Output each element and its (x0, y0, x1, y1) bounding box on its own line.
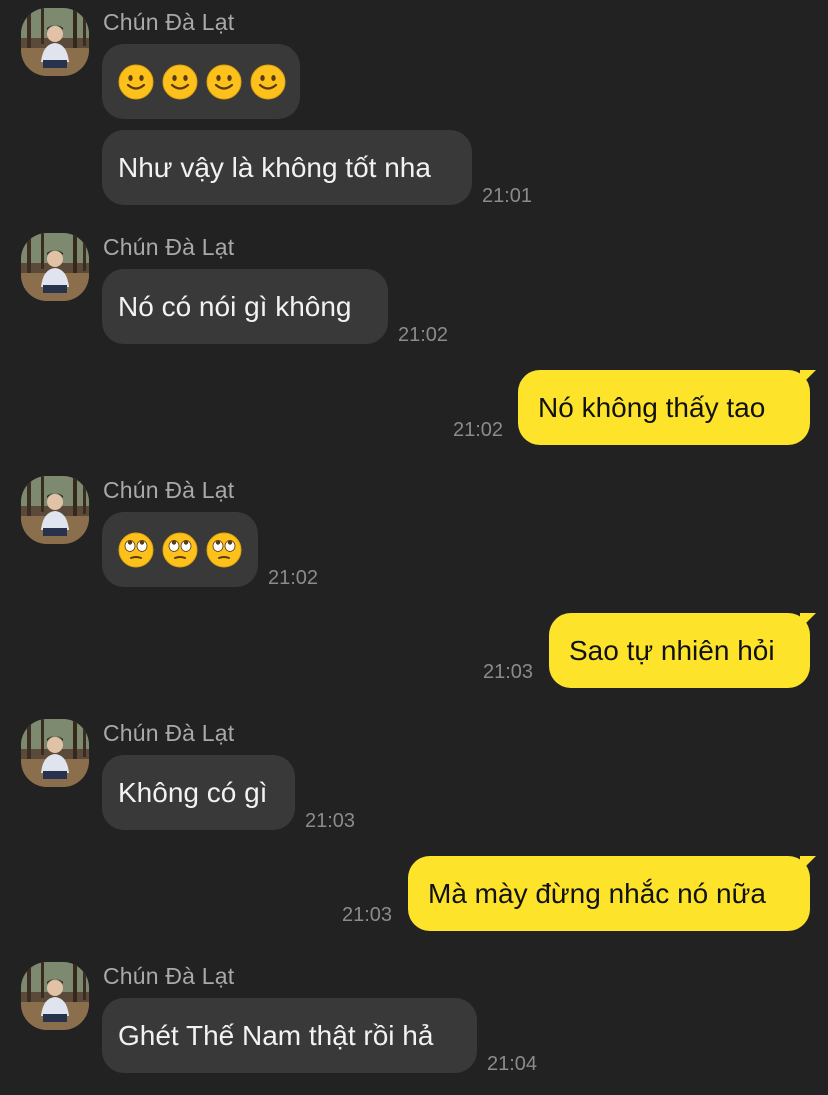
message-time: 21:01 (482, 185, 533, 207)
message-bubble-incoming[interactable]: Như vậy là không tốt nha (102, 130, 472, 205)
chat-thread[interactable]: Chún Đà Lạt Như vậy là không tốt nha 21:… (0, 0, 828, 1095)
face-with-rolling-eyes-icon (162, 532, 198, 568)
message-time: 21:02 (268, 567, 319, 589)
contact-avatar[interactable] (21, 719, 89, 787)
message-bubble-incoming[interactable]: Không có gì (102, 755, 295, 830)
message-time: 21:04 (487, 1053, 538, 1075)
message-bubble-incoming[interactable]: Nó có nói gì không (102, 269, 388, 344)
contact-avatar[interactable] (21, 476, 89, 544)
sender-name: Chún Đà Lạt (103, 234, 235, 260)
slightly-smiling-face-icon (250, 64, 286, 100)
message-time: 21:03 (305, 810, 356, 832)
contact-avatar[interactable] (21, 8, 89, 76)
face-with-rolling-eyes-icon (118, 532, 154, 568)
sender-name: Chún Đà Lạt (103, 9, 235, 35)
slightly-smiling-face-icon (118, 64, 154, 100)
sender-name: Chún Đà Lạt (103, 720, 235, 746)
sender-name: Chún Đà Lạt (103, 477, 235, 503)
message-bubble-emoji[interactable] (102, 512, 258, 587)
slightly-smiling-face-icon (206, 64, 242, 100)
message-time: 21:03 (483, 661, 534, 683)
message-bubble-outgoing[interactable]: Mà mày đừng nhắc nó nữa (408, 856, 810, 931)
message-bubble-outgoing[interactable]: Sao tự nhiên hỏi (549, 613, 810, 688)
message-time: 21:02 (453, 419, 504, 441)
slightly-smiling-face-icon (162, 64, 198, 100)
message-bubble-incoming[interactable]: Ghét Thế Nam thật rồi hả (102, 998, 477, 1073)
sender-name: Chún Đà Lạt (103, 963, 235, 989)
message-bubble-emoji[interactable] (102, 44, 300, 119)
message-time: 21:03 (342, 904, 393, 926)
contact-avatar[interactable] (21, 962, 89, 1030)
message-time: 21:02 (398, 324, 449, 346)
face-with-rolling-eyes-icon (206, 532, 242, 568)
contact-avatar[interactable] (21, 233, 89, 301)
message-bubble-outgoing[interactable]: Nó không thấy tao (518, 370, 810, 445)
